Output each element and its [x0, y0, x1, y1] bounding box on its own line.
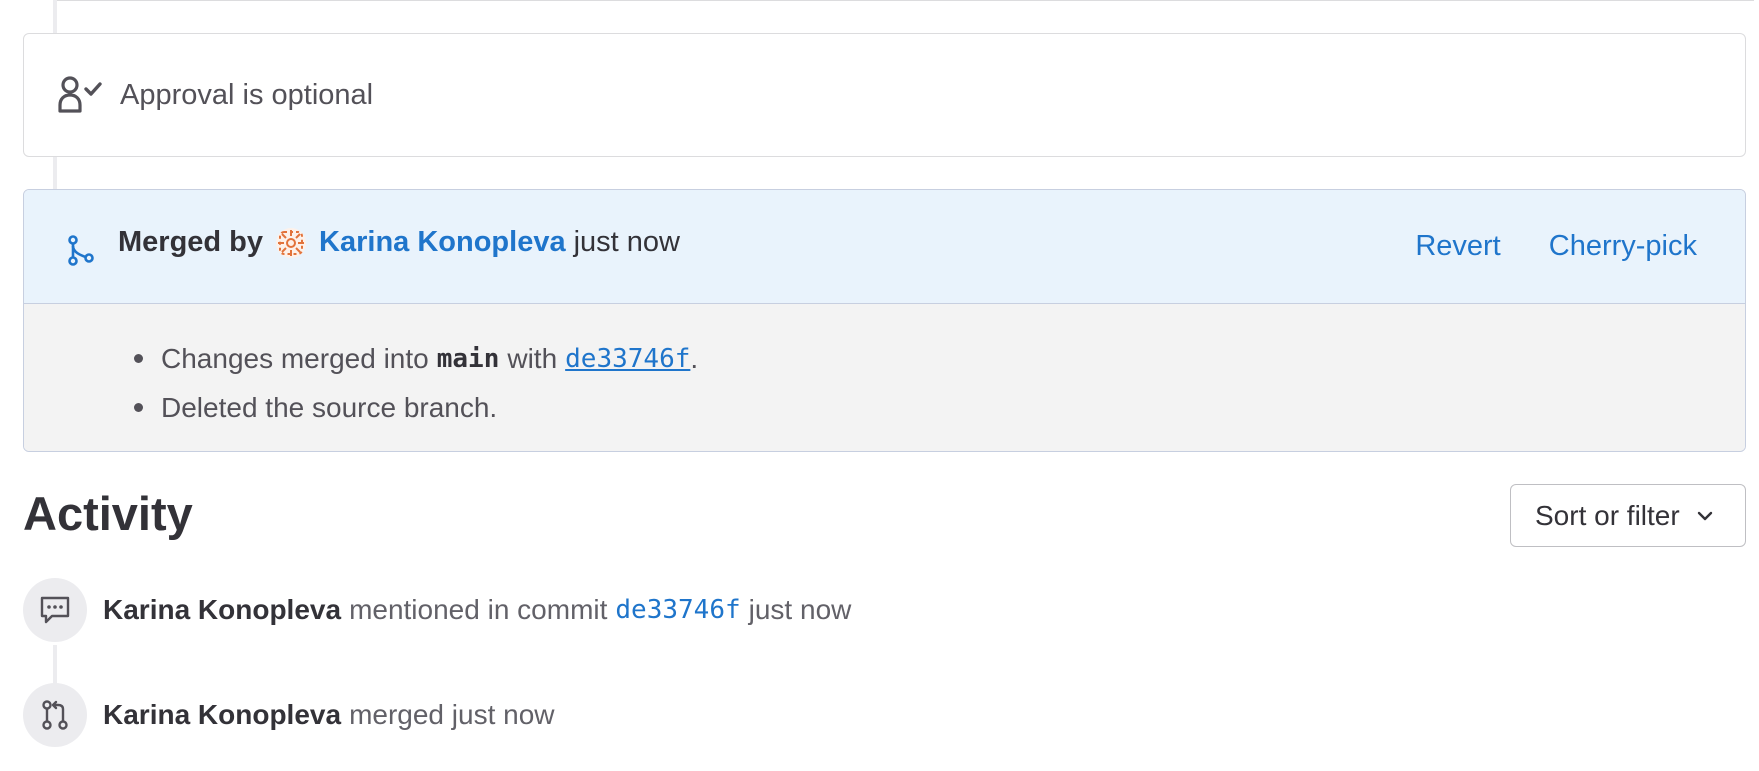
commit-sha-link[interactable]: de33746f: [615, 595, 740, 625]
sort-filter-button[interactable]: Sort or filter: [1510, 484, 1746, 547]
activity-user[interactable]: Karina Konopleva: [103, 594, 341, 626]
merged-user-link[interactable]: Karina Konopleva: [319, 226, 566, 259]
merged-actions: Revert Cherry-pick: [1415, 230, 1697, 263]
activity-heading: Activity: [23, 487, 193, 540]
approval-check-icon: [56, 73, 108, 117]
merge-detail-with: with: [507, 342, 558, 374]
activity-item: Karina Konopleva mentioned in commit de3…: [23, 578, 851, 642]
approval-status-text: Approval is optional: [120, 78, 374, 111]
user-avatar[interactable]: [275, 227, 307, 259]
deleted-branch-text: Deleted the source branch.: [161, 391, 498, 423]
activity-user[interactable]: Karina Konopleva: [103, 699, 341, 731]
activity-text: merged just now: [349, 699, 555, 730]
approval-panel: Approval is optional: [23, 33, 1746, 157]
activity-text: mentioned in commit: [349, 594, 608, 625]
timeline-connector: [53, 157, 57, 191]
merge-detail-suffix: .: [690, 342, 699, 374]
activity-item: Karina Konopleva merged just now: [23, 683, 555, 747]
bullet: [134, 354, 143, 363]
comment-icon: [23, 578, 87, 642]
commit-sha-link[interactable]: de33746f: [565, 344, 690, 374]
merged-panel: Merged by Karina Konopleva just now Reve…: [23, 189, 1746, 452]
merge-detail-item: Deleted the source branch.: [134, 383, 1745, 432]
cherry-pick-button[interactable]: Cherry-pick: [1549, 230, 1697, 263]
merged-header: Merged by Karina Konopleva just now Reve…: [24, 190, 1745, 304]
timeline-connector: [53, 0, 57, 34]
merged-time: just now: [573, 226, 680, 258]
activity-time: just now: [748, 594, 852, 625]
merged-by-label: Merged by: [118, 226, 264, 258]
merge-icon: [64, 232, 98, 268]
merge-request-icon: [23, 683, 87, 747]
chevron-down-icon: [1696, 510, 1714, 522]
section-divider: [57, 0, 1754, 1]
target-branch: main: [436, 343, 500, 374]
sort-filter-label: Sort or filter: [1535, 499, 1680, 531]
merge-detail-item: Changes merged into main with de33746f .: [134, 334, 1745, 383]
merge-detail-prefix: Changes merged into: [161, 342, 429, 374]
revert-button[interactable]: Revert: [1415, 230, 1500, 263]
bullet: [134, 403, 143, 412]
merged-details: Changes merged into main with de33746f .…: [24, 304, 1745, 451]
